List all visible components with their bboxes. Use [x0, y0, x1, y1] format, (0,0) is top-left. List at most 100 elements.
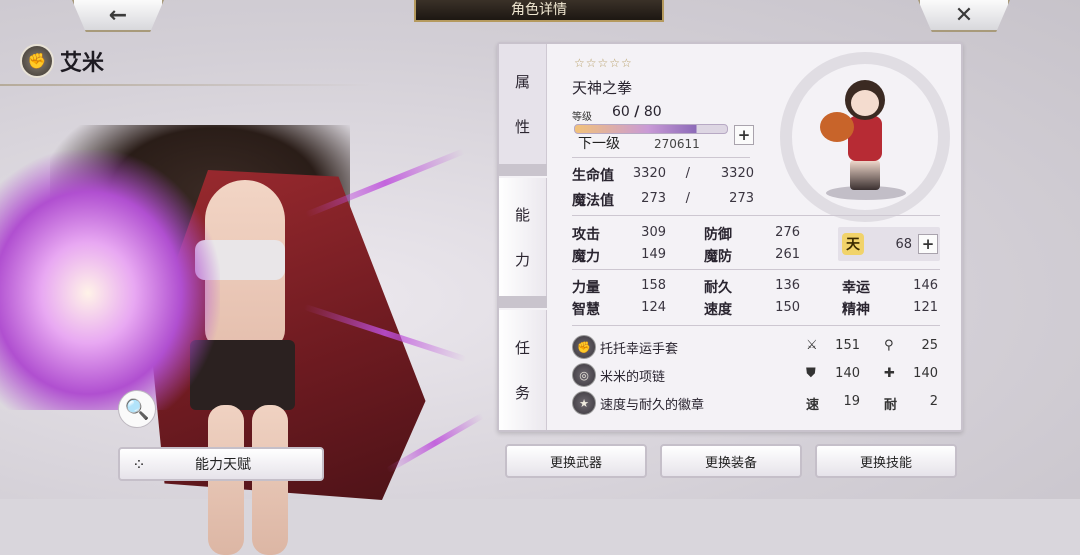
character-name-block: ✊ 艾米 — [20, 44, 104, 78]
mp-value: 273 — [641, 191, 666, 206]
spd-value: 150 — [775, 300, 800, 315]
equipment-speed: 19 — [843, 394, 860, 409]
next-level-exp: 270611 — [654, 137, 700, 151]
level-value: 60 / 80 — [612, 104, 662, 120]
badge-icon: ★ — [572, 391, 596, 415]
change-weapon-button[interactable]: 更换武器 — [505, 444, 647, 478]
key-icon: ⚲ — [884, 338, 894, 353]
equipment-endurance: 2 — [929, 394, 938, 409]
character-name: 艾米 — [60, 51, 105, 76]
fist-class-icon: ✊ — [20, 44, 54, 78]
shield-icon: ⛊ — [806, 366, 816, 381]
end-value: 136 — [775, 278, 800, 293]
level-current: 60 — [612, 104, 630, 120]
tab-ability-char1: 能 — [514, 206, 530, 224]
speed-label: 速 — [806, 398, 820, 413]
page-title: 角色详情 — [414, 0, 664, 22]
equipment-name: 托托幸运手套 — [600, 341, 679, 357]
hp-label: 生命值 — [572, 168, 614, 184]
equipment-slot-gloves[interactable]: ✊ 托托幸运手套 — [572, 335, 678, 359]
divider — [572, 157, 750, 158]
mdef-label: 魔防 — [704, 249, 732, 265]
tab-quest-char2: 务 — [514, 384, 530, 402]
level-label: 等级 — [572, 112, 592, 123]
close-button[interactable]: ✕ — [918, 0, 1010, 32]
rarity-stars: ☆☆☆☆☆ — [574, 56, 633, 70]
hp-max: 3320 — [720, 166, 754, 181]
def-label: 防御 — [704, 227, 732, 243]
gloves-icon: ✊ — [572, 335, 596, 359]
level-max: 80 — [643, 104, 662, 120]
equipment-name: 速度与耐久的徽章 — [600, 397, 705, 413]
cross-shield-icon: ✚ — [884, 366, 895, 381]
chibi-face — [851, 90, 879, 116]
hp-separator: / — [685, 166, 690, 181]
spd-label: 速度 — [704, 302, 732, 318]
magnifier-icon: 🔍 — [124, 397, 150, 421]
spi-label: 精神 — [842, 302, 870, 318]
plus-icon: + — [737, 126, 751, 144]
zoom-button[interactable]: 🔍 — [118, 390, 156, 428]
level-separator: / — [634, 104, 640, 120]
change-skill-button[interactable]: 更换技能 — [815, 444, 957, 478]
endurance-label: 耐 — [884, 398, 898, 413]
back-arrow-icon: ← — [108, 2, 128, 28]
change-gear-button[interactable]: 更换装备 — [660, 444, 802, 478]
change-weapon-label: 更换武器 — [549, 455, 602, 471]
divider — [572, 269, 940, 270]
end-label: 耐久 — [704, 280, 732, 296]
level-up-button[interactable]: + — [734, 125, 754, 145]
divider — [572, 215, 940, 216]
mp-max: 273 — [729, 191, 754, 206]
tab-quest-char1: 任 — [514, 339, 530, 357]
talent-grid-icon: ⁘ — [132, 454, 146, 474]
next-level-label: 下一级 — [578, 136, 620, 152]
mp-separator: / — [685, 191, 690, 206]
sword-icon: ⚔ — [806, 338, 818, 353]
talent-button[interactable]: ⁘ 能力天赋 — [118, 447, 324, 481]
plus-icon: + — [921, 235, 935, 253]
atk-label: 攻击 — [572, 227, 600, 243]
mag-label: 魔力 — [572, 249, 600, 265]
magic-effect — [0, 150, 220, 410]
heaven-value: 68 — [895, 237, 912, 252]
tab-divider — [499, 296, 547, 308]
heaven-icon: 天 — [842, 233, 864, 255]
luck-value: 146 — [913, 278, 938, 293]
name-underline — [0, 84, 370, 86]
change-gear-label: 更换装备 — [704, 455, 757, 471]
talent-button-label: 能力天赋 — [195, 457, 251, 473]
chibi-legs — [850, 160, 880, 190]
atk-value: 309 — [641, 225, 666, 240]
mp-label: 魔法值 — [572, 193, 614, 209]
mdef-value: 261 — [775, 247, 800, 262]
tab-attributes-char2: 性 — [514, 118, 530, 136]
tab-ability-char2: 力 — [514, 251, 530, 269]
equipment-atk: 151 — [835, 338, 860, 353]
back-button[interactable]: ← — [72, 0, 164, 32]
str-value: 158 — [641, 278, 666, 293]
equipment-slot-necklace[interactable]: ◎ 米米的项链 — [572, 363, 665, 387]
equipment-slot-badge[interactable]: ★ 速度与耐久的徽章 — [572, 391, 704, 415]
spi-value: 121 — [913, 300, 938, 315]
necklace-icon: ◎ — [572, 363, 596, 387]
equipment-mdef: 140 — [913, 366, 938, 381]
tab-attributes-char1: 属 — [514, 73, 530, 91]
tab-divider — [499, 164, 547, 176]
tab-quest[interactable]: 任 务 — [499, 310, 547, 430]
tab-attributes[interactable]: 属 性 — [499, 44, 547, 164]
chibi-glove — [820, 112, 854, 142]
equipment-name: 米米的项链 — [600, 369, 666, 385]
int-value: 124 — [641, 300, 666, 315]
tab-ability[interactable]: 能 力 — [499, 178, 547, 296]
divider — [572, 325, 940, 326]
luck-label: 幸运 — [842, 280, 870, 296]
int-label: 智慧 — [572, 302, 600, 318]
character-title: 天神之拳 — [572, 79, 633, 97]
equipment-def: 140 — [835, 366, 860, 381]
close-icon: ✕ — [954, 2, 974, 28]
equipment-stat2: 25 — [921, 338, 938, 353]
hp-value: 3320 — [632, 166, 666, 181]
heaven-plus-button[interactable]: + — [918, 234, 938, 254]
mag-value: 149 — [641, 247, 666, 262]
